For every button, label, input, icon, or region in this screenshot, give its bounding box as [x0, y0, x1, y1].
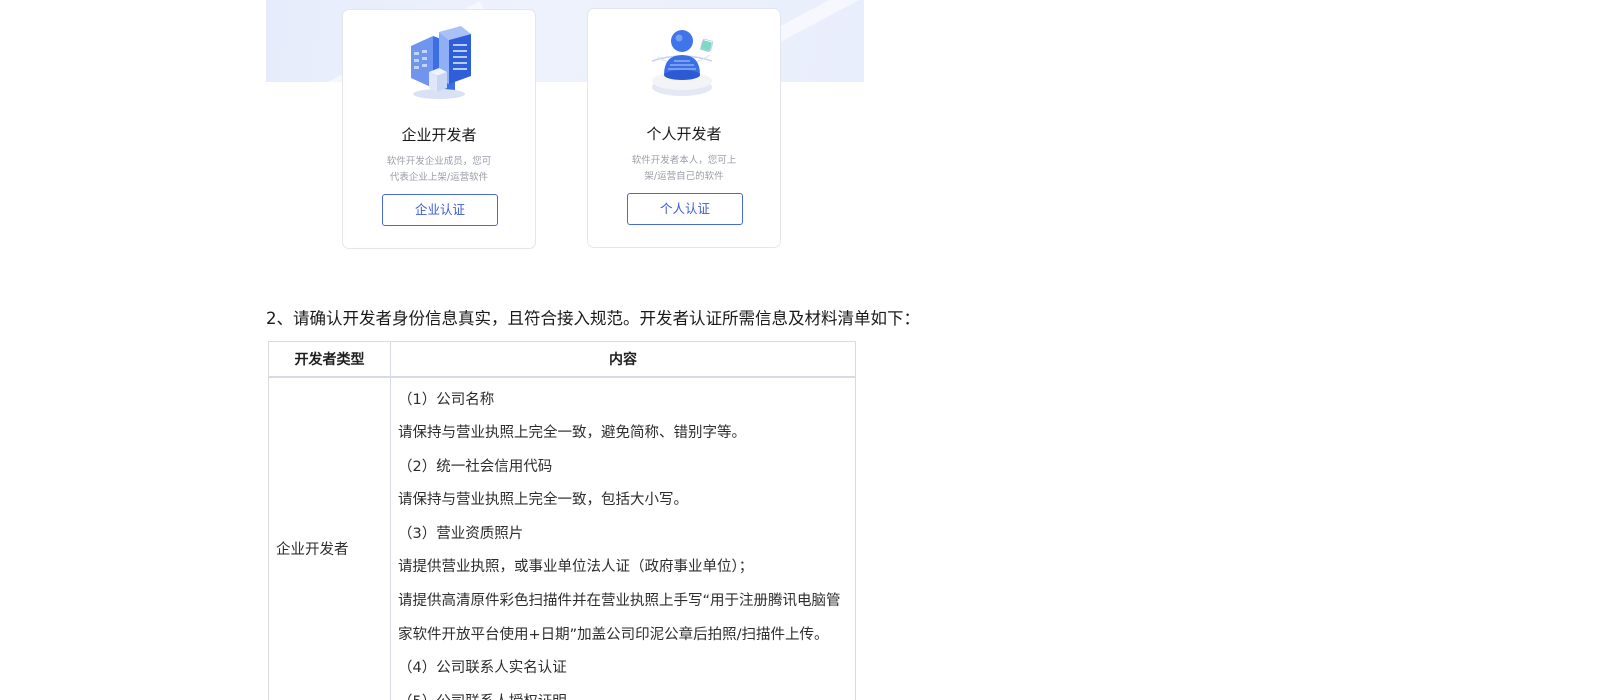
content-line: （5）公司联系人授权证明: [398, 686, 848, 700]
content-line: （3）营业资质照片: [398, 525, 524, 542]
content-line: 请提供营业执照，或事业单位法人证（政府事业单位）；: [398, 559, 754, 576]
section-heading: 2、请确认开发者身份信息真实，且符合接入规范。开发者认证所需信息及材料清单如下：: [266, 309, 920, 328]
content-cell: （1）公司名称 请保持与营业执照上完全一致，避免简称、错别字等。 （2）统一社会…: [390, 375, 856, 700]
column-header-type: 开发者类型: [268, 341, 391, 378]
content-line: （2）统一社会信用代码: [398, 458, 553, 475]
card-description: 软件开发者本人，您可上 架/运营自己的软件: [626, 153, 742, 185]
enterprise-building-icon: [411, 26, 471, 99]
content-line: 家软件开放平台使用+日期”加盖公司印泥公章后拍照/扫描件上传。: [398, 626, 829, 643]
card-title: 企业开发者: [401, 126, 477, 144]
card-description-line: 代表企业上架/运营软件: [389, 172, 489, 183]
enterprise-developer-card: 企业开发者 软件开发企业成员，您可 代表企业上架/运营软件 企业认证: [342, 9, 536, 249]
requirements-table: 开发者类型 内容 企业开发者 （1）公司名称 请保持与营业执照上完全一致，避免简…: [268, 341, 856, 700]
table-header-row: 开发者类型 内容: [268, 341, 856, 378]
table-row: 企业开发者 （1）公司名称 请保持与营业执照上完全一致，避免简称、错别字等。 （…: [268, 375, 856, 700]
content-line: （4）公司联系人实名认证: [398, 660, 567, 677]
card-description-line: 软件开发企业成员，您可: [386, 156, 492, 167]
card-description: 软件开发企业成员，您可 代表企业上架/运营软件: [381, 154, 497, 186]
column-header-content: 内容: [390, 341, 856, 378]
personal-developer-icon: [651, 30, 714, 96]
card-description-line: 架/运营自己的软件: [644, 171, 724, 182]
content-line: 请保持与营业执照上完全一致，避免简称、错别字等。: [398, 425, 746, 442]
content-line: （1）公司名称: [398, 391, 495, 408]
page: 企业开发者 软件开发企业成员，您可 代表企业上架/运营软件 企业认证 个人开发者…: [0, 0, 1600, 700]
enterprise-verify-button[interactable]: 企业认证: [382, 194, 498, 226]
content-line: 请保持与营业执照上完全一致，包括大小写。: [398, 492, 688, 509]
developer-type-cell: 企业开发者: [268, 375, 391, 700]
content-line: 请提供高清原件彩色扫描件并在营业执照上手写“用于注册腾讯电脑管: [398, 593, 841, 610]
card-description-line: 软件开发者本人，您可上: [631, 155, 737, 166]
card-title: 个人开发者: [646, 125, 722, 143]
personal-verify-button[interactable]: 个人认证: [627, 193, 743, 225]
personal-developer-card: 个人开发者 软件开发者本人，您可上 架/运营自己的软件 个人认证: [587, 8, 781, 248]
